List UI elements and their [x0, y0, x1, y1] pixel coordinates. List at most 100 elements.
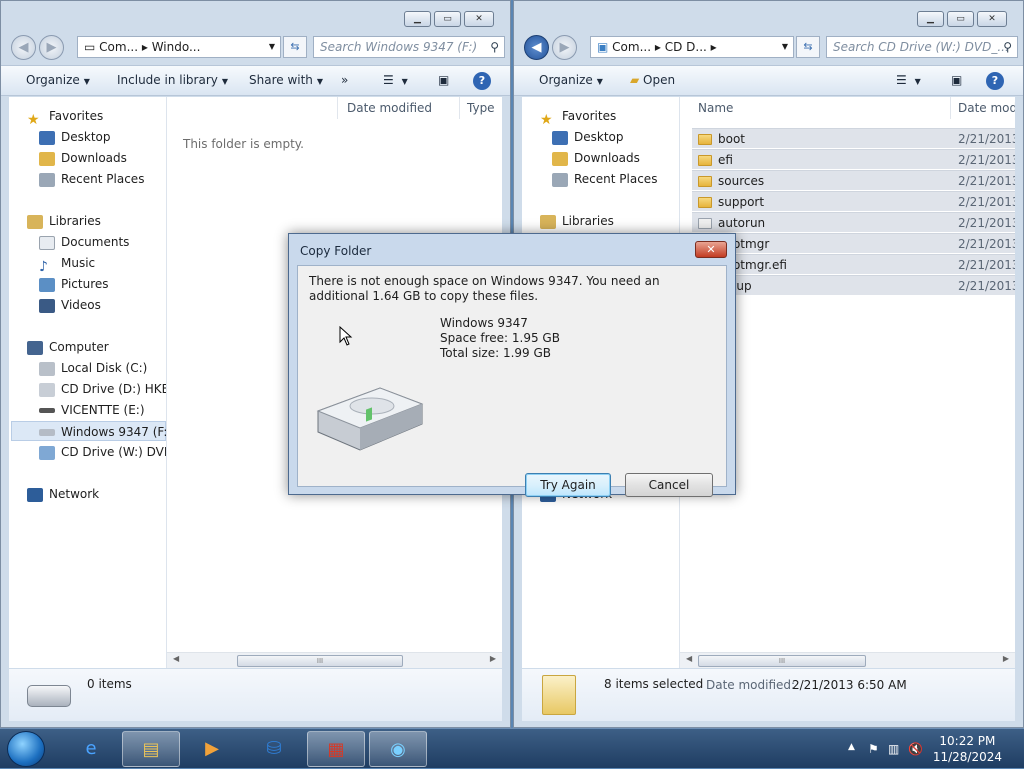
- star-icon: ★: [540, 111, 553, 128]
- nav-cd-drive-w[interactable]: CD Drive (W:) DVD_F: [39, 442, 166, 462]
- organize-button[interactable]: Organize ▼: [26, 73, 90, 87]
- open-button[interactable]: ▰ Open: [630, 73, 675, 87]
- minimize-button[interactable]: ▁: [917, 11, 944, 27]
- forward-button[interactable]: ▶: [552, 35, 577, 60]
- include-in-library-button[interactable]: Include in library ▼: [117, 73, 228, 87]
- preview-pane-icon[interactable]: ▣: [951, 73, 962, 87]
- nav-videos[interactable]: Videos: [39, 295, 166, 315]
- file-row[interactable]: support 2/21/2013 6: [692, 191, 1015, 211]
- network-tool-icon[interactable]: ⛁: [245, 731, 303, 767]
- file-row[interactable]: sources 2/21/2013 6: [692, 170, 1015, 190]
- globe-app-icon[interactable]: ◉: [369, 731, 427, 767]
- file-row[interactable]: bootmgr2/21/2013 6: [692, 233, 1015, 253]
- action-center-flag-icon[interactable]: ⚑: [868, 742, 879, 756]
- dialog-close-button[interactable]: ✕: [695, 241, 727, 258]
- nav-favorites[interactable]: ★ Favorites: [27, 106, 166, 128]
- nav-libraries[interactable]: Libraries: [27, 211, 166, 231]
- horizontal-scrollbar[interactable]: ◀ III ▶: [167, 652, 502, 668]
- nav-pictures[interactable]: Pictures: [39, 274, 166, 294]
- breadcrumb-drive[interactable]: Windo...: [152, 40, 201, 54]
- column-header-name[interactable]: Name: [698, 101, 733, 115]
- nav-local-disk-c[interactable]: Local Disk (C:): [39, 358, 166, 378]
- minimize-button[interactable]: ▁: [404, 11, 431, 27]
- nav-documents[interactable]: Documents: [39, 232, 166, 252]
- empty-folder-message: This folder is empty.: [183, 137, 304, 151]
- search-icon: ⚲: [1003, 40, 1012, 54]
- file-row[interactable]: efi 2/21/2013 6: [692, 149, 1015, 169]
- scroll-left-icon[interactable]: ◀: [686, 654, 692, 663]
- windows-explorer-icon[interactable]: ▤: [122, 731, 180, 767]
- column-header-date-modified[interactable]: Date modifi: [958, 101, 1015, 115]
- back-button[interactable]: ◀: [524, 35, 549, 60]
- breadcrumb-computer[interactable]: Com...: [612, 40, 651, 54]
- refresh-button[interactable]: ⇆: [796, 36, 820, 58]
- scroll-right-icon[interactable]: ▶: [1003, 654, 1009, 663]
- nav-computer[interactable]: Computer: [27, 337, 166, 357]
- breadcrumb-drive[interactable]: CD D...: [665, 40, 707, 54]
- nav-label: Recent Places: [61, 172, 145, 186]
- cancel-button[interactable]: Cancel: [625, 473, 713, 497]
- search-input[interactable]: Search CD Drive (W:) DVD_... ⚲: [826, 36, 1018, 58]
- breadcrumb-computer[interactable]: Com...: [99, 40, 138, 54]
- horizontal-scrollbar[interactable]: ◀ III ▶: [680, 652, 1015, 668]
- column-header-date-modified[interactable]: Date modified: [347, 101, 432, 115]
- view-options-icon[interactable]: ☰ ▼: [896, 73, 921, 87]
- close-button[interactable]: ✕: [977, 11, 1007, 27]
- nav-downloads[interactable]: Downloads: [39, 148, 166, 168]
- refresh-button[interactable]: ⇆: [283, 36, 307, 58]
- chevron-down-icon[interactable]: ▼: [782, 37, 788, 57]
- scrollbar-thumb[interactable]: III: [237, 655, 403, 667]
- scroll-right-icon[interactable]: ▶: [490, 654, 496, 663]
- address-bar[interactable]: ▣ Com... ▸ CD D... ▸ ▼: [590, 36, 794, 58]
- internet-explorer-icon[interactable]: e: [62, 731, 120, 767]
- column-header-type[interactable]: Type: [467, 101, 495, 115]
- nav-libraries[interactable]: Libraries: [540, 211, 679, 231]
- chevron-down-icon[interactable]: ▼: [269, 37, 275, 57]
- volume-muted-icon[interactable]: 🔇: [908, 742, 923, 756]
- help-icon[interactable]: ?: [986, 72, 1004, 90]
- show-hidden-icons-icon[interactable]: ▲: [848, 742, 855, 752]
- nav-windows-9347-f[interactable]: Windows 9347 (F:): [11, 421, 166, 441]
- start-button[interactable]: [7, 731, 45, 767]
- taskbar: e ▤ ▶ ⛁ ▦ ◉ ▲ ⚑ ▥ 🔇 10:22 PM 11/28/2024: [0, 728, 1024, 768]
- nav-label: VICENTTE (E:): [61, 403, 145, 417]
- more-commands-button[interactable]: »: [341, 73, 348, 87]
- media-player-icon[interactable]: ▶: [183, 731, 241, 767]
- network-icon: [27, 487, 43, 502]
- maximize-button[interactable]: ▭: [434, 11, 461, 27]
- scroll-left-icon[interactable]: ◀: [173, 654, 179, 663]
- share-with-button[interactable]: Share with ▼: [249, 73, 323, 87]
- date-modified-label: Date modified:: [706, 678, 796, 692]
- search-icon: ⚲: [490, 40, 499, 54]
- back-button[interactable]: ◀: [11, 35, 36, 60]
- toolbox-icon[interactable]: ▦: [307, 731, 365, 767]
- file-row[interactable]: boot 2/21/2013 6: [692, 128, 1015, 148]
- nav-recent-places[interactable]: Recent Places: [39, 169, 166, 189]
- nav-desktop[interactable]: Desktop: [39, 127, 166, 147]
- nav-music[interactable]: ♪ Music: [39, 253, 166, 275]
- try-again-button[interactable]: Try Again: [525, 473, 611, 497]
- nav-cd-drive-d[interactable]: CD Drive (D:) HKBoc: [39, 379, 166, 399]
- nav-downloads[interactable]: Downloads: [552, 148, 679, 168]
- nav-favorites[interactable]: ★ Favorites: [540, 106, 679, 128]
- view-options-icon[interactable]: ☰ ▼: [383, 73, 408, 87]
- file-row[interactable]: setup2/21/2013 6: [692, 275, 1015, 295]
- close-button[interactable]: ✕: [464, 11, 494, 27]
- nav-network[interactable]: Network: [27, 484, 166, 504]
- nav-desktop[interactable]: Desktop: [552, 127, 679, 147]
- network-status-icon[interactable]: ▥: [888, 742, 899, 756]
- nav-vicentte-e[interactable]: VICENTTE (E:): [39, 400, 166, 420]
- organize-button[interactable]: Organize ▼: [539, 73, 603, 87]
- forward-button[interactable]: ▶: [39, 35, 64, 60]
- nav-recent-places[interactable]: Recent Places: [552, 169, 679, 189]
- maximize-button[interactable]: ▭: [947, 11, 974, 27]
- scrollbar-thumb[interactable]: III: [698, 655, 866, 667]
- file-row[interactable]: bootmgr.efi2/21/2013 6: [692, 254, 1015, 274]
- organize-label: Organize: [539, 73, 593, 87]
- address-bar[interactable]: ▭ Com... ▸ Windo... ▼: [77, 36, 281, 58]
- clock[interactable]: 10:22 PM 11/28/2024: [933, 733, 1002, 765]
- preview-pane-icon[interactable]: ▣: [438, 73, 449, 87]
- search-input[interactable]: Search Windows 9347 (F:) ⚲: [313, 36, 505, 58]
- help-icon[interactable]: ?: [473, 72, 491, 90]
- file-row[interactable]: autorun 2/21/2013 6: [692, 212, 1015, 232]
